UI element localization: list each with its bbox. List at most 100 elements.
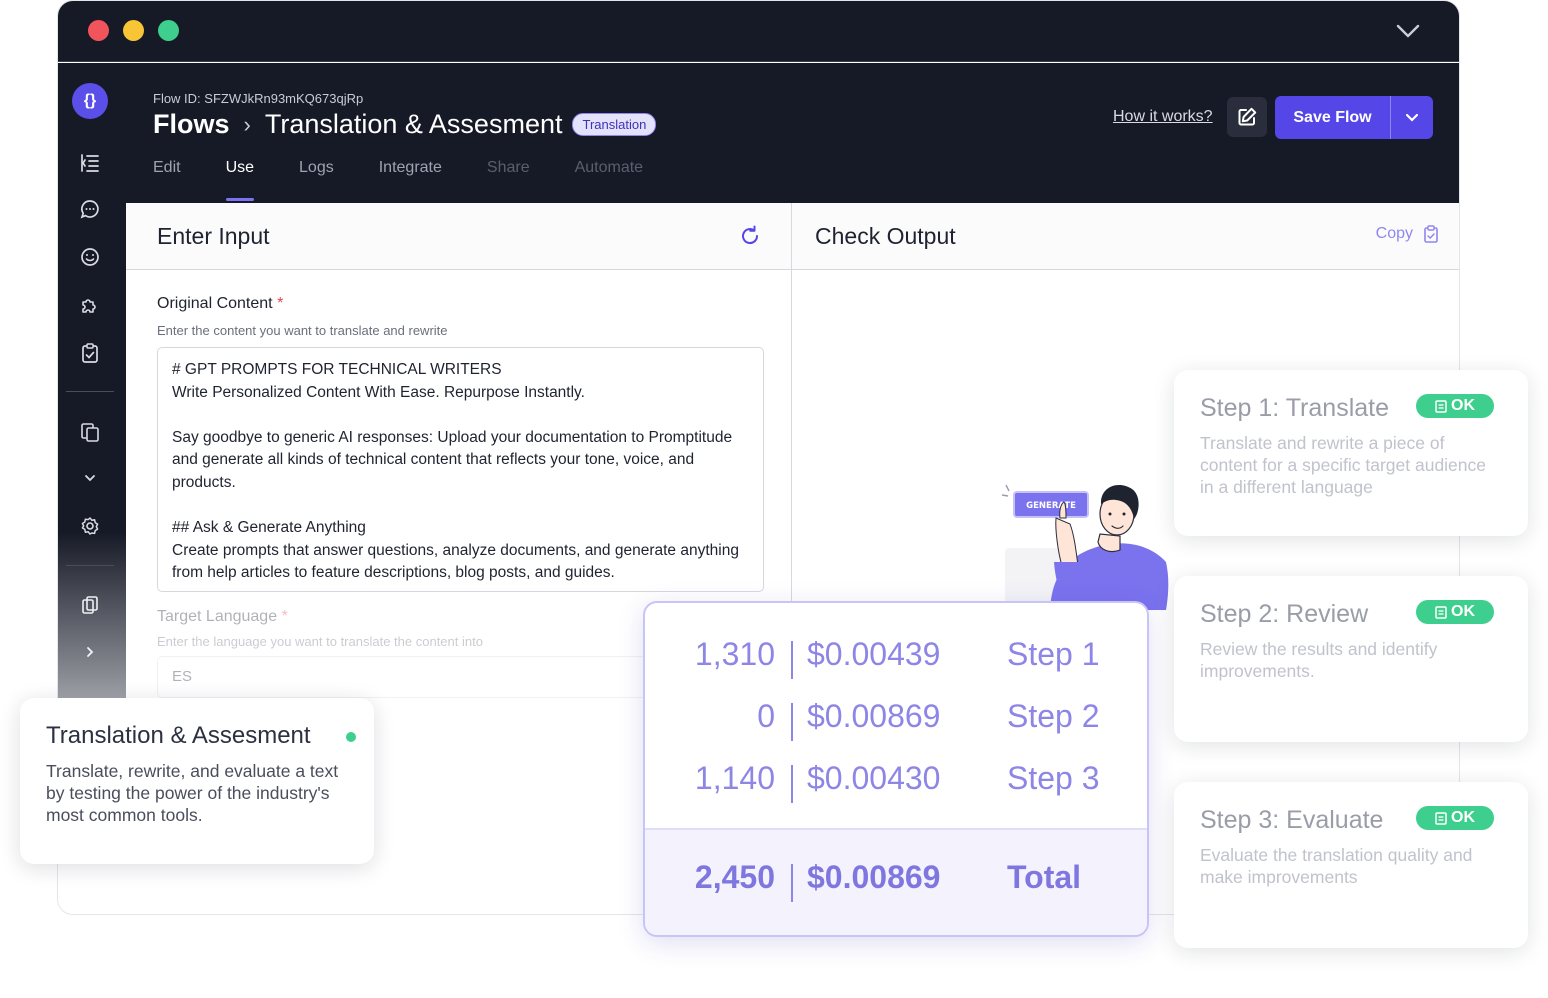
tab-integrate[interactable]: Integrate [379,159,442,203]
cost-divider [791,641,793,679]
step-title: Step 1: Translate [1200,394,1390,422]
total-label: Total [1007,859,1082,895]
save-flow-label: Save Flow [1293,108,1372,126]
token-count: 1,310 [694,636,775,672]
step-card-review: Step 2: Review OK Review the results and… [1174,576,1528,742]
clipboard-icon [1435,400,1447,413]
target-language-help: Enter the language you want to translate… [157,634,483,649]
app-logo[interactable]: {} [72,83,108,119]
edit-flow-button[interactable] [1227,97,1267,137]
total-token-count: 2,450 [694,859,775,895]
tab-automate[interactable]: Automate [575,159,643,203]
step-cost: $0.00439 [807,636,941,672]
flow-tabs: Edit Use Logs Integrate Share Automate [153,159,688,203]
cost-total-row: 2,450 $0.00869 Total [645,828,1147,935]
cost-row: 0 $0.00869 Step 2 [645,698,1147,748]
breadcrumb: Flows › Translation & Assesment Translat… [153,109,657,140]
flow-list-icon[interactable] [79,152,101,174]
step-cost: $0.00869 [807,698,941,734]
clipboard-icon [1435,606,1447,619]
step-label: Step 3 [1007,760,1100,796]
tab-share[interactable]: Share [487,159,530,203]
sidebar-divider [66,565,114,566]
status-dot [346,732,356,742]
status-text: OK [1451,603,1475,620]
breadcrumb-separator: › [243,111,251,137]
chevron-down-icon [1405,113,1419,122]
person-pointing-illustration: GENERATE [1001,484,1169,610]
minimize-window-button[interactable] [123,20,144,41]
tab-use[interactable]: Use [225,159,255,203]
status-text: OK [1451,397,1475,414]
output-panel-header: Check Output Copy [792,203,1459,270]
clipboard-check-icon[interactable] [79,342,101,364]
generate-button-label: GENERATE [1026,501,1076,511]
input-panel-title: Enter Input [157,223,270,249]
clipboard-icon [1424,225,1438,243]
tab-logs[interactable]: Logs [299,159,334,203]
tab-edit[interactable]: Edit [153,159,181,203]
clipboard-icon [1435,812,1447,825]
token-count: 1,140 [694,760,775,796]
flow-info-card: Translation & Assesment Translate, rewri… [20,698,374,864]
category-badge: Translation [572,113,657,136]
step-card-evaluate: Step 3: Evaluate OK Evaluate the transla… [1174,782,1528,948]
original-content-textarea[interactable]: # GPT PROMPTS FOR TECHNICAL WRITERS Writ… [157,347,764,592]
docs-icon[interactable] [79,594,101,616]
chevron-down-icon[interactable] [79,467,101,489]
output-panel-title: Check Output [815,223,956,249]
flow-info-description: Translate, rewrite, and evaluate a text … [46,761,339,825]
original-content-label: Original Content * [157,295,283,313]
maximize-window-button[interactable] [158,20,179,41]
cost-divider [791,765,793,803]
cost-row: 1,140 $0.00430 Step 3 [645,760,1147,810]
smile-icon[interactable] [79,246,101,268]
input-panel-header: Enter Input [126,203,791,270]
flow-info-title: Translation & Assesment [46,722,311,749]
original-content-help: Enter the content you want to translate … [157,323,448,338]
how-it-works-link[interactable]: How it works? [1113,108,1213,126]
flow-header: Flow ID: SFZWJkRn93mKQ673qjRp Flows › Tr… [126,63,1459,203]
target-language-label-text: Target Language [157,608,278,625]
step-description: Translate and rewrite a piece of content… [1200,433,1487,497]
step-card-translate: Step 1: Translate OK Translate and rewri… [1174,370,1528,536]
breadcrumb-flows-link[interactable]: Flows [153,109,230,140]
cost-divider [791,703,793,741]
copy-button[interactable]: Copy [1376,225,1439,243]
status-badge: OK [1416,600,1494,624]
refresh-icon[interactable] [738,224,762,248]
step-description: Evaluate the translation quality and mak… [1200,845,1473,887]
chevron-down-icon[interactable] [1395,21,1421,41]
cost-row: 1,310 $0.00439 Step 1 [645,636,1147,686]
sidebar-divider [66,391,114,392]
chevron-right-icon[interactable] [79,641,101,663]
step-description: Review the results and identify improvem… [1200,639,1438,681]
close-window-button[interactable] [88,20,109,41]
status-badge: OK [1416,806,1494,830]
save-flow-button[interactable]: Save Flow [1275,96,1433,139]
target-language-label: Target Language * [157,608,288,626]
status-text: OK [1451,809,1475,826]
step-label: Step 2 [1007,698,1100,734]
edit-icon [1238,107,1257,126]
step-title: Step 2: Review [1200,600,1369,628]
cost-row: 2,450 $0.00869 Total [645,859,1147,909]
settings-icon[interactable] [79,515,101,537]
step-label: Step 1 [1007,636,1100,672]
status-badge: OK [1416,394,1494,418]
original-content-label-text: Original Content [157,295,273,312]
page-title: Translation & Assesment [264,109,563,139]
total-cost: $0.00869 [807,859,941,895]
window-titlebar [58,1,1459,62]
save-options-dropdown[interactable] [1391,96,1433,139]
step-cost: $0.00430 [807,760,941,796]
step-title: Step 3: Evaluate [1200,806,1384,834]
copy-doc-icon[interactable] [79,421,101,443]
puzzle-icon[interactable] [79,294,101,316]
cost-divider [791,864,793,902]
flow-id: Flow ID: SFZWJkRn93mKQ673qjRp [153,91,364,106]
chat-icon[interactable] [79,198,101,220]
required-mark: * [281,608,288,625]
copy-label: Copy [1375,225,1413,242]
cost-summary-card: 1,310 $0.00439 Step 1 0 $0.00869 Step 2 … [643,601,1149,937]
